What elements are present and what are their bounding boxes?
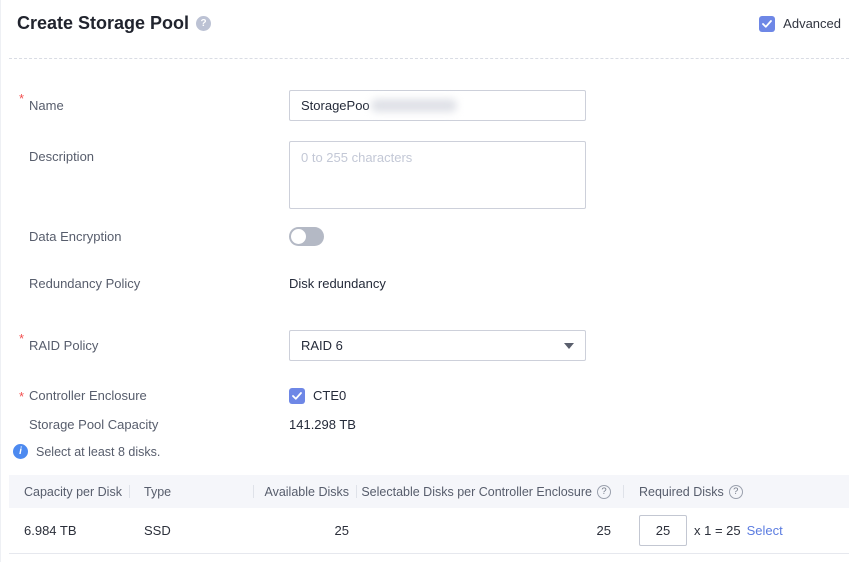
col-available-disks: Available Disks <box>254 475 357 508</box>
raid-policy-row: * RAID Policy RAID 6 <box>19 330 857 361</box>
required-asterisk: * <box>19 389 24 405</box>
required-disks-input[interactable] <box>639 515 687 546</box>
redundancy-policy-row: Redundancy Policy Disk redundancy <box>19 276 857 292</box>
help-icon[interactable]: ? <box>729 485 743 499</box>
cte0-checkbox[interactable] <box>289 388 305 404</box>
cell-required-disks: x 1 = 25 Select <box>624 508 849 553</box>
help-icon[interactable]: ? <box>597 485 611 499</box>
cell-available-disks: 25 <box>254 508 357 553</box>
storage-pool-capacity-row: Storage Pool Capacity 141.298 TB <box>19 417 857 433</box>
col-selectable-disks: Selectable Disks per Controller Enclosur… <box>357 475 624 508</box>
data-encryption-toggle[interactable] <box>289 227 324 246</box>
data-encryption-row: Data Encryption <box>19 227 857 246</box>
create-storage-pool-dialog: Create Storage Pool ? Advanced * Name De… <box>0 0 857 562</box>
help-icon[interactable]: ? <box>196 16 211 31</box>
chevron-down-icon <box>564 343 574 349</box>
advanced-label: Advanced <box>783 16 841 31</box>
storage-pool-capacity-value: 141.298 TB <box>289 417 356 433</box>
page-title: Create Storage Pool <box>17 13 189 34</box>
check-icon <box>762 20 772 28</box>
cell-type: SSD <box>130 508 254 553</box>
name-input[interactable] <box>289 90 586 121</box>
name-row: * Name <box>19 90 857 121</box>
disk-selection-notice: i Select at least 8 disks. <box>1 444 857 459</box>
raid-policy-select[interactable]: RAID 6 <box>289 330 586 361</box>
advanced-checkbox[interactable] <box>759 16 775 32</box>
required-asterisk: * <box>19 331 24 347</box>
description-textarea[interactable] <box>289 141 586 209</box>
multiplier-text: x 1 = 25 <box>694 523 741 538</box>
description-label: Description <box>19 141 289 165</box>
raid-policy-value: RAID 6 <box>301 338 343 353</box>
table-row: 6.984 TB SSD 25 25 x 1 = 25 Select <box>9 508 849 554</box>
col-required-disks: Required Disks ? <box>624 475 849 508</box>
cell-selectable-disks: 25 <box>357 508 624 553</box>
required-asterisk: * <box>19 91 24 107</box>
notice-text: Select at least 8 disks. <box>36 445 160 459</box>
storage-pool-form: * Name Description Data Encryption <box>1 90 857 433</box>
toggle-knob <box>291 229 306 244</box>
name-label: * Name <box>19 90 289 114</box>
col-capacity-per-disk: Capacity per Disk <box>9 475 130 508</box>
redundancy-policy-value: Disk redundancy <box>289 276 386 292</box>
cell-capacity-per-disk: 6.984 TB <box>9 508 130 553</box>
col-type: Type <box>130 475 254 508</box>
cte0-label: CTE0 <box>313 388 346 404</box>
disk-table: Capacity per Disk Type Available Disks S… <box>9 475 849 554</box>
raid-policy-label: * RAID Policy <box>19 330 289 354</box>
description-row: Description <box>19 141 857 209</box>
title-divider <box>9 58 849 59</box>
controller-enclosure-label: * Controller Enclosure <box>19 388 289 404</box>
controller-enclosure-row: * Controller Enclosure CTE0 <box>19 388 857 404</box>
select-disks-link[interactable]: Select <box>747 523 783 538</box>
check-icon <box>292 392 302 400</box>
title-bar: Create Storage Pool ? Advanced <box>1 0 857 34</box>
storage-pool-capacity-label: Storage Pool Capacity <box>19 417 289 433</box>
data-encryption-label: Data Encryption <box>19 227 289 245</box>
info-icon: i <box>13 444 28 459</box>
redundancy-policy-label: Redundancy Policy <box>19 276 289 292</box>
disk-table-header: Capacity per Disk Type Available Disks S… <box>9 475 849 508</box>
